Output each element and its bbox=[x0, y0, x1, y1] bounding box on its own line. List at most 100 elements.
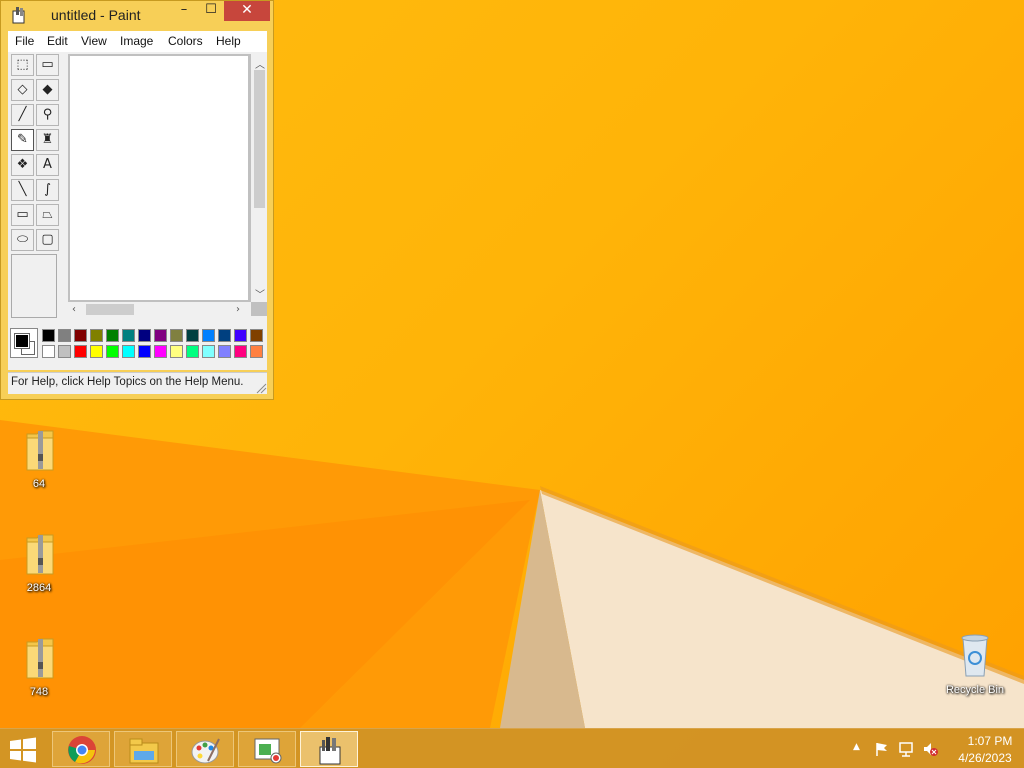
text-tool-button[interactable]: A bbox=[36, 154, 59, 176]
horizontal-scrollbar[interactable]: ‹ › bbox=[68, 302, 251, 318]
scroll-left-arrow-icon[interactable]: ‹ bbox=[72, 304, 76, 315]
scroll-right-arrow-icon[interactable]: › bbox=[236, 304, 240, 315]
palette-color-swatch[interactable] bbox=[170, 329, 183, 342]
magnifier-icon: ⚲ bbox=[42, 107, 53, 122]
desktop-icon-label: 64 bbox=[32, 478, 46, 490]
desktop-icon-label: 748 bbox=[29, 686, 49, 698]
system-tray: ▲ 1:07 PM 4/26/2023 bbox=[850, 729, 1024, 768]
pick-color-tool-button[interactable]: ╱ bbox=[11, 104, 34, 126]
palette-color-swatch[interactable] bbox=[106, 329, 119, 342]
palette-color-swatch[interactable] bbox=[202, 329, 215, 342]
clock-date[interactable]: 4/26/2023 bbox=[950, 751, 1020, 765]
network-icon[interactable] bbox=[898, 741, 914, 757]
current-colors[interactable] bbox=[10, 328, 38, 358]
fill-tool-button[interactable]: ◆ bbox=[36, 79, 59, 101]
close-button[interactable]: ✕ bbox=[224, 1, 270, 21]
show-hidden-icons-icon[interactable]: ▲ bbox=[853, 742, 860, 752]
eraser-tool-button[interactable]: ◇ bbox=[11, 79, 34, 101]
paint-taskbar-button[interactable] bbox=[300, 731, 358, 767]
palette-color-swatch[interactable] bbox=[186, 345, 199, 358]
palette-color-swatch[interactable] bbox=[138, 345, 151, 358]
tool-options-box[interactable] bbox=[11, 254, 57, 318]
status-text: For Help, click Help Topics on the Help … bbox=[11, 376, 244, 388]
paint-app-icon[interactable] bbox=[10, 6, 28, 24]
clock-time[interactable]: 1:07 PM bbox=[960, 734, 1020, 748]
chrome-icon bbox=[68, 736, 96, 764]
minimize-button[interactable]: – bbox=[171, 1, 197, 21]
palette-color-swatch[interactable] bbox=[90, 345, 103, 358]
paint-window: untitled - Paint – ☐ ✕ File Edit View Im… bbox=[0, 0, 274, 400]
paint-palette-taskbar-button[interactable] bbox=[176, 731, 234, 767]
palette-color-swatch[interactable] bbox=[218, 329, 231, 342]
status-bar: For Help, click Help Topics on the Help … bbox=[8, 372, 267, 394]
palette-color-swatch[interactable] bbox=[138, 329, 151, 342]
palette-color-swatch[interactable] bbox=[170, 345, 183, 358]
menu-view[interactable]: View bbox=[81, 34, 107, 48]
file-explorer-taskbar-button[interactable] bbox=[114, 731, 172, 767]
palette-color-swatch[interactable] bbox=[106, 345, 119, 358]
palette-color-swatch[interactable] bbox=[234, 345, 247, 358]
palette-color-swatch[interactable] bbox=[218, 345, 231, 358]
rounded-rectangle-tool-button[interactable]: ▢ bbox=[36, 229, 59, 251]
palette-color-swatch[interactable] bbox=[186, 329, 199, 342]
pick-color-icon: ╱ bbox=[18, 107, 27, 122]
select-tool-button[interactable]: ▭ bbox=[36, 54, 59, 76]
palette-color-swatch[interactable] bbox=[58, 345, 71, 358]
palette-color-swatch[interactable] bbox=[90, 329, 103, 342]
palette-color-swatch[interactable] bbox=[250, 345, 263, 358]
menu-file[interactable]: File bbox=[15, 34, 34, 48]
palette-color-swatch[interactable] bbox=[122, 345, 135, 358]
menu-colors[interactable]: Colors bbox=[168, 34, 203, 48]
line-tool-button[interactable]: ╲ bbox=[11, 179, 34, 201]
palette-color-swatch[interactable] bbox=[154, 345, 167, 358]
drawing-canvas[interactable] bbox=[70, 56, 248, 300]
paint-palette-icon bbox=[191, 738, 220, 764]
chrome-taskbar-button[interactable] bbox=[52, 731, 110, 767]
palette-color-swatch[interactable] bbox=[58, 329, 71, 342]
polygon-tool-button[interactable]: ⏢ bbox=[36, 204, 59, 226]
curve-icon: ∫ bbox=[44, 182, 51, 197]
canvas-frame: ︿ ﹀ ‹ › bbox=[68, 54, 267, 318]
polygon-icon: ⏢ bbox=[42, 207, 53, 222]
desktop-icon-recycle-bin[interactable]: Recycle Bin bbox=[944, 632, 1006, 698]
brush-tool-button[interactable]: ♜ bbox=[36, 129, 59, 151]
zip-folder-icon bbox=[26, 534, 54, 575]
volume-muted-icon[interactable] bbox=[922, 741, 938, 757]
scroll-up-arrow-icon[interactable]: ︿ bbox=[255, 56, 265, 71]
rectangle-tool-button[interactable]: ▭ bbox=[11, 204, 34, 226]
airbrush-tool-button[interactable]: ❖ bbox=[11, 154, 34, 176]
curve-tool-button[interactable]: ∫ bbox=[36, 179, 59, 201]
recorder-taskbar-button[interactable] bbox=[238, 731, 296, 767]
paint-icon bbox=[319, 737, 341, 765]
vertical-scroll-thumb[interactable] bbox=[254, 70, 265, 208]
ellipse-tool-button[interactable]: ⬭ bbox=[11, 229, 34, 251]
foreground-color-swatch bbox=[14, 333, 30, 349]
palette-color-swatch[interactable] bbox=[74, 345, 87, 358]
start-button[interactable] bbox=[8, 737, 38, 763]
menu-help[interactable]: Help bbox=[216, 34, 241, 48]
scroll-down-arrow-icon[interactable]: ﹀ bbox=[255, 286, 265, 301]
maximize-button[interactable]: ☐ bbox=[198, 1, 224, 21]
desktop-icon-folder-2864[interactable]: 2864 bbox=[9, 532, 69, 596]
palette-color-swatch[interactable] bbox=[122, 329, 135, 342]
vertical-scrollbar[interactable]: ︿ ﹀ bbox=[251, 54, 267, 302]
magnifier-tool-button[interactable]: ⚲ bbox=[36, 104, 59, 126]
free-form-select-tool-button[interactable]: ⬚ bbox=[11, 54, 34, 76]
title-bar[interactable]: untitled - Paint – ☐ ✕ bbox=[1, 1, 273, 31]
palette-color-swatch[interactable] bbox=[42, 329, 55, 342]
horizontal-scroll-thumb[interactable] bbox=[86, 304, 134, 315]
palette-color-swatch[interactable] bbox=[42, 345, 55, 358]
zip-folder-icon bbox=[26, 638, 54, 679]
palette-color-swatch[interactable] bbox=[154, 329, 167, 342]
resize-grip-icon[interactable] bbox=[253, 380, 267, 394]
palette-color-swatch[interactable] bbox=[234, 329, 247, 342]
pencil-tool-button[interactable]: ✎ bbox=[11, 129, 34, 151]
desktop-icon-folder-64[interactable]: 64 bbox=[9, 428, 69, 492]
palette-color-swatch[interactable] bbox=[202, 345, 215, 358]
menu-edit[interactable]: Edit bbox=[47, 34, 68, 48]
desktop-icon-folder-748[interactable]: 748 bbox=[9, 636, 69, 700]
menu-image[interactable]: Image bbox=[120, 34, 153, 48]
action-center-flag-icon[interactable] bbox=[874, 741, 890, 757]
palette-color-swatch[interactable] bbox=[74, 329, 87, 342]
palette-color-swatch[interactable] bbox=[250, 329, 263, 342]
